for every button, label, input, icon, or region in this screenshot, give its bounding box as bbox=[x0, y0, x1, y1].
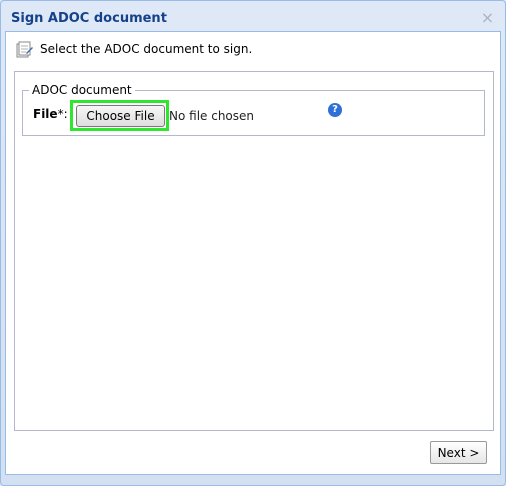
no-file-chosen-text: No file chosen bbox=[169, 109, 255, 123]
content-panel: ADOC document File*: Choose File No file… bbox=[14, 71, 494, 431]
dialog-body: Select the ADOC document to sign. ADOC d… bbox=[5, 31, 501, 475]
file-label-text: File bbox=[33, 107, 58, 121]
instruction-row: Select the ADOC document to sign. bbox=[15, 40, 252, 58]
document-sign-icon bbox=[15, 40, 34, 59]
choose-file-button[interactable]: Choose File bbox=[76, 105, 165, 127]
fieldset-legend: ADOC document bbox=[29, 83, 135, 97]
next-button[interactable]: Next > bbox=[430, 441, 487, 464]
close-icon[interactable]: × bbox=[480, 10, 495, 26]
instruction-text: Select the ADOC document to sign. bbox=[40, 42, 253, 56]
help-icon[interactable]: ? bbox=[328, 103, 342, 117]
dialog-title: Sign ADOC document bbox=[11, 11, 167, 26]
sign-adoc-dialog: Sign ADOC document × Select the ADOC doc… bbox=[0, 0, 506, 486]
file-label: File*: bbox=[33, 107, 68, 121]
file-required-marker: *: bbox=[57, 107, 68, 121]
dialog-titlebar: Sign ADOC document × bbox=[1, 1, 505, 31]
adoc-fieldset: ADOC document File*: Choose File No file… bbox=[22, 83, 485, 136]
